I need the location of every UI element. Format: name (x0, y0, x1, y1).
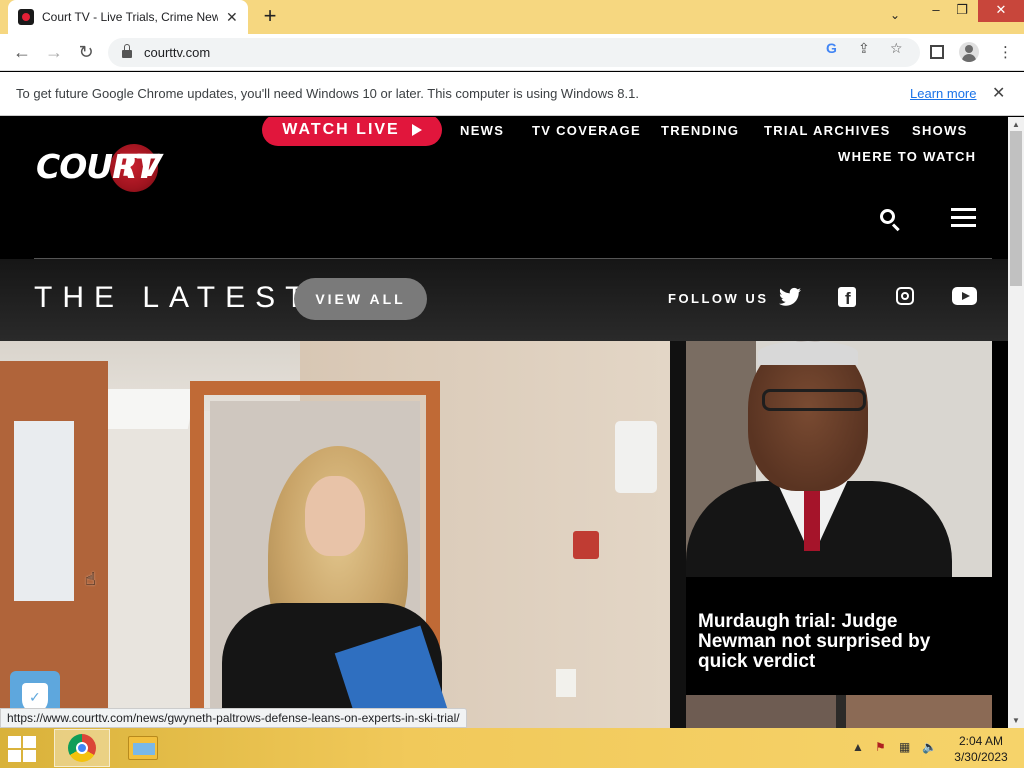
browser-toolbar: ← → ↻ courttv.com G ⇪ ☆ ⋮ (0, 34, 1024, 71)
kebab-menu-icon[interactable]: ⋮ (998, 43, 1013, 61)
learn-more-link[interactable]: Learn more (910, 86, 976, 101)
nav-trial-archives[interactable]: TRIAL ARCHIVES (764, 123, 891, 138)
network-icon[interactable]: ▦ (899, 740, 910, 754)
action-center-flag-icon[interactable]: ⚑ (875, 740, 886, 754)
tab-close-button[interactable]: ✕ (226, 9, 238, 26)
logo-tv-text: TV (118, 149, 162, 184)
page-scrollbar[interactable]: ▲ ▼ (1008, 117, 1024, 728)
hero-story-image[interactable]: ☝ ✓ (0, 341, 670, 728)
twitter-icon[interactable] (779, 287, 801, 307)
tab-search-chevron-icon[interactable]: ⌄ (890, 8, 900, 22)
instagram-icon[interactable] (896, 287, 914, 305)
start-windows-icon[interactable] (8, 736, 38, 762)
tab-title: Court TV - Live Trials, Crime New (42, 10, 218, 24)
volume-muted-icon[interactable]: 🔈 (922, 740, 937, 754)
scroll-down-arrow-icon[interactable]: ▼ (1012, 716, 1020, 725)
link-status-bubble: https://www.courttv.com/news/gwyneth-pal… (0, 708, 467, 728)
page-viewport: COURT TV WATCH LIVE NEWS TV COVERAGE TRE… (0, 117, 1008, 728)
reload-icon[interactable]: ↻ (76, 42, 96, 62)
youtube-icon[interactable] (952, 287, 977, 305)
taskbar-chrome-button[interactable] (54, 729, 110, 767)
side-panel-icon[interactable] (930, 45, 944, 59)
system-clock[interactable]: 2:04 AM 3/30/2023 (948, 733, 1014, 765)
nav-news[interactable]: NEWS (460, 123, 504, 138)
share-icon[interactable]: ⇪ (858, 40, 870, 57)
follow-us-label: FOLLOW US (668, 291, 769, 306)
view-all-button[interactable]: VIEW ALL (294, 278, 427, 320)
restore-button[interactable]: ❐ (946, 0, 978, 22)
side-story-headline[interactable]: Murdaugh trial: Judge Newman not surpris… (686, 577, 992, 695)
scroll-thumb[interactable] (1010, 131, 1022, 286)
infobar-message: To get future Google Chrome updates, you… (16, 86, 639, 101)
window-close-button[interactable]: ✕ (978, 0, 1024, 22)
watch-live-label: WATCH LIVE (282, 121, 400, 138)
browser-tab[interactable]: Court TV - Live Trials, Crime New ✕ (8, 0, 248, 34)
lock-icon[interactable] (122, 44, 132, 58)
next-story-image[interactable] (686, 695, 992, 728)
side-story-image[interactable] (686, 341, 992, 577)
bookmark-star-icon[interactable]: ☆ (890, 40, 903, 57)
section-title: THE LATEST (34, 281, 314, 314)
clock-time: 2:04 AM (958, 734, 1004, 748)
column-separator (670, 341, 686, 728)
address-bar[interactable]: courttv.com (108, 38, 920, 67)
facebook-icon[interactable]: f (838, 287, 856, 307)
nav-where-to-watch[interactable]: WHERE TO WATCH (838, 149, 976, 164)
tray-expand-icon[interactable]: ▲ (852, 740, 864, 754)
nav-trending[interactable]: TRENDING (661, 123, 739, 138)
windows-taskbar: ▲ ⚑ ▦ 🔈 2:04 AM 3/30/2023 (0, 728, 1024, 768)
infobar-close-icon[interactable]: ✕ (992, 83, 1005, 103)
tab-strip: Court TV - Live Trials, Crime New ✕ + ⌄ … (0, 0, 1024, 34)
new-tab-button[interactable]: + (259, 5, 281, 27)
profile-avatar-icon[interactable] (959, 42, 979, 62)
search-icon[interactable] (880, 209, 902, 232)
update-infobar: To get future Google Chrome updates, you… (0, 72, 1024, 116)
back-arrow-icon[interactable]: ← (12, 42, 32, 62)
nav-tv-coverage[interactable]: TV COVERAGE (532, 123, 641, 138)
clock-date: 3/30/2023 (954, 750, 1008, 764)
watch-live-button[interactable]: WATCH LIVE (262, 117, 442, 146)
scroll-up-arrow-icon[interactable]: ▲ (1012, 120, 1020, 129)
google-translate-icon[interactable]: G (826, 40, 837, 56)
play-icon (411, 124, 422, 136)
hand-cursor-icon: ☝ (85, 569, 96, 589)
nav-shows[interactable]: SHOWS (912, 123, 968, 138)
chrome-icon (68, 734, 96, 762)
courttv-favicon-icon (18, 9, 34, 25)
courttv-logo[interactable]: COURT TV (36, 141, 166, 201)
url-text[interactable]: courttv.com (144, 45, 210, 60)
file-explorer-icon[interactable] (128, 736, 158, 760)
forward-arrow-icon[interactable]: → (44, 42, 64, 62)
hamburger-menu-icon[interactable] (951, 208, 976, 228)
